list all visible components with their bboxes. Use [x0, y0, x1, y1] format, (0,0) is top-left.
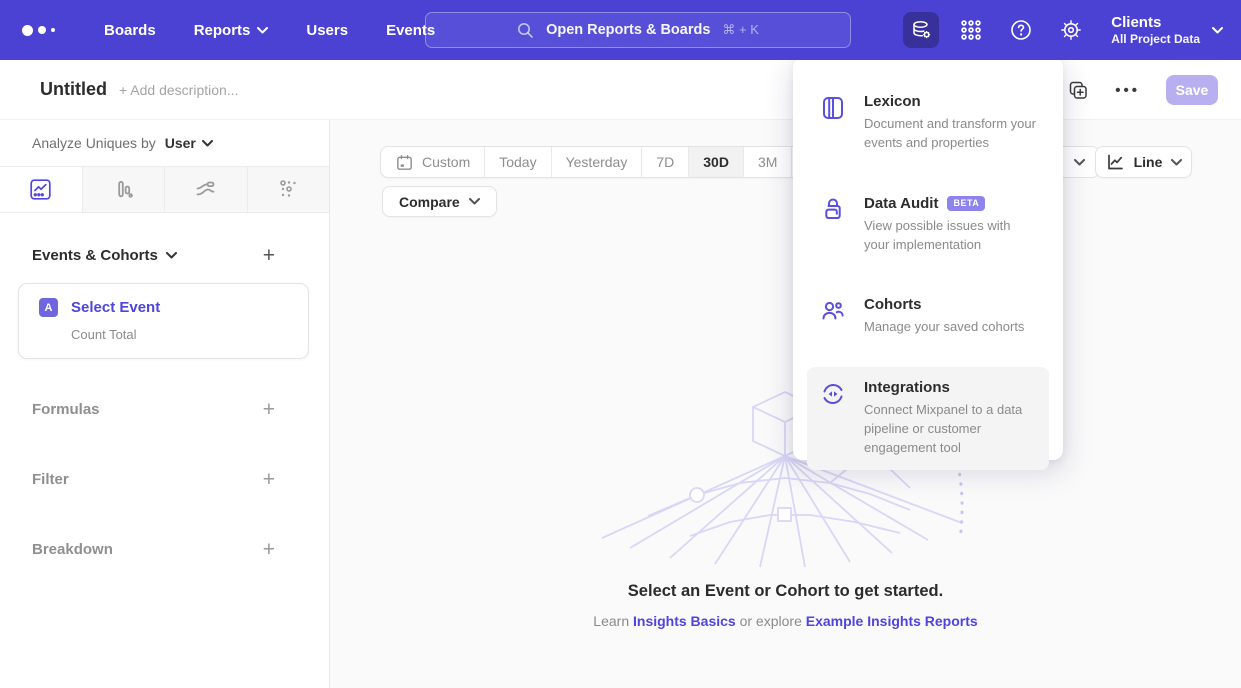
breakdown-header: Breakdown — [32, 541, 113, 558]
add-filter-button[interactable]: + — [263, 469, 275, 490]
chevron-down-icon — [469, 198, 480, 205]
project-scope: All Project Data — [1111, 32, 1200, 46]
question-circle-icon — [1009, 18, 1033, 42]
scatter-dots-icon — [277, 178, 300, 201]
nav-boards[interactable]: Boards — [104, 22, 156, 39]
chevron-down-icon — [257, 27, 268, 34]
search-icon — [517, 22, 534, 39]
save-button[interactable]: Save — [1166, 75, 1218, 105]
nav-reports[interactable]: Reports — [194, 22, 269, 39]
add-formula-button[interactable]: + — [263, 399, 275, 420]
copy-plus-icon — [1068, 80, 1089, 101]
empty-state-links: Learn Insights Basics or explore Example… — [330, 613, 1241, 629]
bar-chart-icon — [112, 178, 135, 201]
add-description-field[interactable]: + Add description... — [119, 82, 238, 98]
add-breakdown-button[interactable]: + — [263, 539, 275, 560]
query-sidebar: Analyze Uniques by User — [0, 120, 330, 688]
flow-waves-icon — [194, 178, 217, 201]
empty-state-title: Select an Event or Cohort to get started… — [330, 582, 1241, 601]
tab-flows[interactable] — [165, 167, 248, 212]
chevron-down-icon — [1212, 27, 1223, 34]
chart-type-dropdown[interactable]: Line — [1095, 146, 1192, 178]
lock-spiral-icon — [820, 195, 846, 255]
compare-dropdown[interactable]: Compare — [382, 186, 497, 217]
analyze-label: Analyze Uniques by — [32, 135, 156, 151]
help-button[interactable] — [1003, 12, 1039, 48]
line-chart-icon — [1105, 152, 1125, 172]
chevron-down-icon — [202, 140, 213, 147]
date-range-3m[interactable]: 3M — [744, 147, 792, 177]
report-type-tabs — [0, 166, 329, 213]
project-name: Clients — [1111, 14, 1200, 33]
chart-type-label: Line — [1134, 154, 1163, 170]
gear-icon — [1059, 18, 1083, 42]
data-management-menu: Lexicon Document and transform your even… — [793, 57, 1063, 460]
database-gear-icon — [909, 18, 933, 42]
grid-dots-icon — [960, 19, 982, 41]
global-search-button[interactable]: Open Reports & Boards ⌘ + K — [425, 12, 851, 48]
beta-badge: BETA — [947, 196, 985, 211]
settings-button[interactable] — [1053, 12, 1089, 48]
select-event-button[interactable]: Select Event — [71, 299, 160, 316]
tab-insights[interactable] — [0, 167, 83, 212]
top-navbar: Boards Reports Users Events Open Reports… — [0, 0, 1241, 60]
duplicate-button[interactable] — [1068, 80, 1089, 101]
date-range-30d[interactable]: 30D — [689, 147, 744, 177]
analyze-value-dropdown[interactable]: User — [165, 135, 213, 151]
event-aggregation[interactable]: Count Total — [71, 327, 308, 342]
calendar-icon — [395, 153, 414, 172]
menu-item-lexicon[interactable]: Lexicon Document and transform your even… — [807, 81, 1049, 165]
event-row-a[interactable]: A Select Event Count Total — [18, 283, 309, 359]
project-switcher[interactable]: Clients All Project Data — [1111, 14, 1223, 47]
add-event-button[interactable]: + — [263, 245, 275, 266]
formulas-header: Formulas — [32, 401, 100, 418]
book-icon — [820, 93, 846, 153]
menu-item-data-audit[interactable]: Data Audit BETA View possible issues wit… — [807, 183, 1049, 267]
search-label: Open Reports & Boards — [546, 22, 710, 38]
tab-funnels[interactable] — [83, 167, 166, 212]
tab-retention[interactable] — [248, 167, 330, 212]
analyze-row: Analyze Uniques by User — [0, 120, 329, 166]
date-range-today[interactable]: Today — [485, 147, 551, 177]
events-cohorts-header[interactable]: Events & Cohorts — [32, 247, 177, 264]
apps-grid-button[interactable] — [953, 12, 989, 48]
event-letter-badge: A — [39, 298, 58, 317]
search-shortcut: ⌘ + K — [722, 22, 759, 38]
insights-basics-link[interactable]: Insights Basics — [633, 613, 736, 629]
line-chart-box-icon — [29, 178, 52, 201]
mixpanel-logo-icon[interactable] — [22, 25, 66, 36]
date-range-custom[interactable]: Custom — [381, 147, 485, 177]
date-range-7d[interactable]: 7D — [642, 147, 689, 177]
people-icon — [820, 296, 846, 337]
date-range-yesterday[interactable]: Yesterday — [552, 147, 643, 177]
menu-item-integrations[interactable]: Integrations Connect Mixpanel to a data … — [807, 367, 1049, 470]
report-title[interactable]: Untitled — [40, 79, 107, 100]
chevron-down-icon — [166, 252, 177, 259]
more-actions-button[interactable]: ••• — [1115, 82, 1140, 99]
menu-item-cohorts[interactable]: Cohorts Manage your saved cohorts — [807, 284, 1049, 349]
date-range-control: Custom Today Yesterday 7D 30D 3M 6M — [380, 146, 841, 178]
sync-arrows-icon — [820, 379, 846, 458]
data-management-button[interactable] — [903, 12, 939, 48]
example-reports-link[interactable]: Example Insights Reports — [806, 613, 978, 629]
chevron-down-icon — [1074, 159, 1085, 166]
nav-users[interactable]: Users — [306, 22, 348, 39]
filter-header: Filter — [32, 471, 69, 488]
chevron-down-icon — [1171, 159, 1182, 166]
